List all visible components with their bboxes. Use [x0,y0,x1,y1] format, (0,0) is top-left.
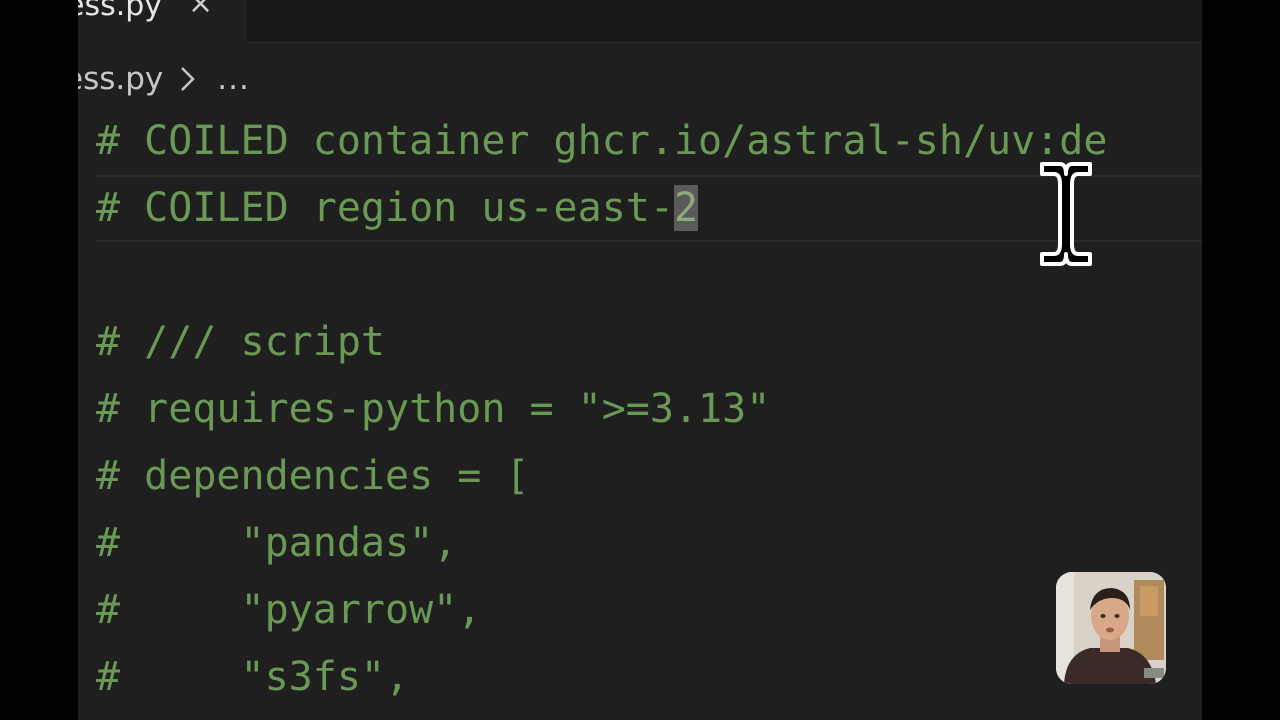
close-icon[interactable]: × [188,0,213,21]
breadcrumb: ess.py ... [78,58,250,100]
code-line: # COILED container ghcr.io/astral-sh/uv:… [96,118,1108,164]
tab-label: ess.py [78,0,163,23]
code-area[interactable]: # COILED container ghcr.io/astral-sh/uv:… [96,108,1202,711]
code-line: # requires-python = ">=3.13" [96,386,771,432]
code-line: # /// script [96,319,385,365]
code-line: # "pyarrow", [96,587,482,633]
webcam-overlay [1056,572,1166,684]
tab-bar-empty [246,0,1202,43]
tab-active-file[interactable]: ess.py × [78,0,246,42]
selected-text: 2 [673,185,699,231]
code-line-current: # COILED region us-east-2 [96,175,1202,242]
code-line: # "pandas", [96,520,458,566]
code-line: # "s3fs", [96,654,410,700]
code-editor[interactable]: ess.py × ess.py ... # COILED container g… [78,0,1202,720]
presenter-video [1056,572,1166,684]
chevron-right-icon [181,67,196,91]
text-cursor-icon [1040,162,1092,266]
tab-bar: ess.py × [78,0,1202,43]
code-line: # dependencies = [ [96,453,530,499]
breadcrumb-ellipsis[interactable]: ... [217,61,250,97]
code-text: # COILED region us-east- [96,185,674,231]
breadcrumb-file[interactable]: ess.py [78,61,163,97]
